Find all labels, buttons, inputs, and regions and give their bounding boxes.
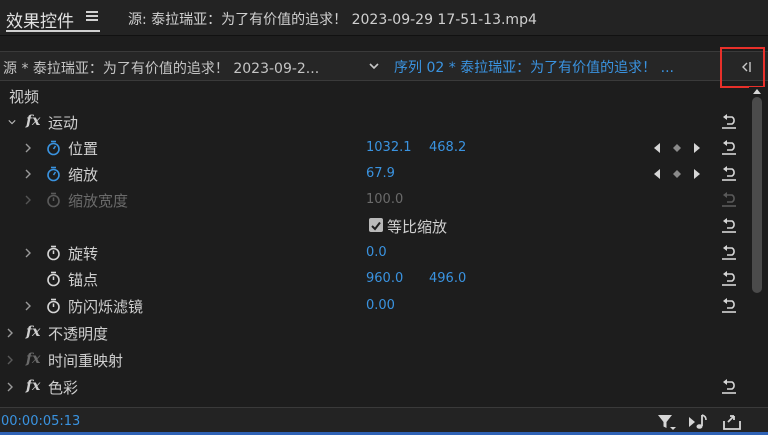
- motion-label: 运动: [48, 114, 79, 132]
- position-row: 位置 1032.1 468.2: [0, 135, 748, 161]
- color-label: 色彩: [48, 379, 79, 397]
- source-label[interactable]: 源: 泰拉瑞亚：为了有价值的追求！ 2023-09-29 17-51-13.mp…: [128, 9, 537, 29]
- rotation-label: 旋转: [68, 245, 99, 263]
- stopwatch-icon[interactable]: [46, 166, 61, 182]
- clip-toolbar: 源 * 泰拉瑞亚：为了有价值的追求！ 2023-09-2... 序列 02 * …: [0, 51, 768, 81]
- chevron-right-icon[interactable]: [24, 248, 32, 258]
- anti-flicker-row: 防闪烁滤镜 0.00: [0, 293, 748, 319]
- keyframe-navigator: [654, 169, 700, 179]
- chevron-right-icon[interactable]: [24, 169, 32, 179]
- chevron-right-icon[interactable]: [6, 382, 14, 392]
- panel-menu-icon[interactable]: [86, 8, 100, 22]
- keyframe-next-icon[interactable]: [694, 143, 700, 153]
- chevron-right-icon: [25, 195, 31, 205]
- scale-value[interactable]: 67.9: [366, 166, 395, 181]
- uniform-scale-label[interactable]: 等比缩放: [387, 216, 447, 237]
- chevron-right-icon[interactable]: [24, 143, 32, 153]
- checkmark-icon: [371, 221, 381, 231]
- rotation-value[interactable]: 0.0: [366, 245, 387, 260]
- fx-badge-icon[interactable]: fx: [26, 378, 40, 394]
- active-tab-underline: [6, 30, 100, 32]
- panel-header: 效果控件 源: 泰拉瑞亚：为了有价值的追求！ 2023-09-29 17-51-…: [0, 0, 768, 36]
- timecode-display[interactable]: 00:00:05:13: [1, 414, 80, 429]
- stopwatch-icon[interactable]: [46, 245, 61, 261]
- rotation-row: 旋转 0.0: [0, 240, 748, 266]
- reset-icon[interactable]: [720, 218, 738, 233]
- keyframe-prev-icon[interactable]: [654, 143, 660, 153]
- chevron-right-icon[interactable]: [6, 328, 14, 338]
- anchor-y-value[interactable]: 496.0: [429, 271, 466, 286]
- reset-icon[interactable]: [720, 140, 738, 155]
- panel-footer: 00:00:05:13: [0, 407, 768, 435]
- time-remap-label: 时间重映射: [48, 352, 124, 370]
- vertical-scrollbar[interactable]: [749, 87, 765, 407]
- stopwatch-icon[interactable]: [46, 140, 61, 156]
- fx-badge-icon[interactable]: fx: [26, 324, 40, 340]
- opacity-effect-row[interactable]: fx 不透明度: [0, 320, 748, 346]
- reset-icon[interactable]: [720, 114, 738, 129]
- anchor-row: 锚点 960.0 496.0: [0, 266, 748, 292]
- scale-label: 缩放: [68, 166, 99, 184]
- stopwatch-icon[interactable]: [46, 271, 61, 287]
- chevron-right-icon[interactable]: [24, 301, 32, 311]
- export-icon[interactable]: [722, 413, 742, 431]
- reset-icon[interactable]: [720, 271, 738, 286]
- keyframe-navigator: [654, 143, 700, 153]
- panel-title[interactable]: 效果控件: [6, 7, 74, 32]
- filter-icon[interactable]: [656, 413, 676, 431]
- position-x-value[interactable]: 1032.1: [366, 140, 412, 155]
- dropdown-icon[interactable]: [369, 61, 379, 71]
- scroll-thumb[interactable]: [752, 97, 762, 293]
- position-label: 位置: [68, 140, 99, 158]
- opacity-label: 不透明度: [48, 325, 109, 343]
- reset-icon: [722, 192, 736, 207]
- uniform-scale-row: 等比缩放: [0, 213, 748, 239]
- keyframe-prev-icon[interactable]: [654, 169, 660, 179]
- sequence-clip-selector[interactable]: 序列 02 * 泰拉瑞亚：为了有价值的追求！ ...: [394, 57, 674, 77]
- reset-icon[interactable]: [720, 166, 738, 181]
- scale-width-label: 缩放宽度: [68, 192, 129, 210]
- fx-badge-icon: fx: [26, 351, 41, 367]
- stopwatch-icon[interactable]: [46, 298, 61, 314]
- highlight-box: [720, 47, 765, 88]
- scroll-up-icon[interactable]: [752, 87, 762, 95]
- video-section-header: 视频: [0, 83, 748, 109]
- chevron-down-icon[interactable]: [8, 117, 16, 127]
- anchor-label: 锚点: [68, 271, 99, 289]
- anti-flicker-label: 防闪烁滤镜: [68, 298, 144, 316]
- scale-width-row: 缩放宽度 100.0: [0, 187, 748, 213]
- reset-icon[interactable]: [720, 298, 738, 313]
- video-section-label: 视频: [9, 88, 40, 106]
- keyframe-add-icon[interactable]: [673, 144, 681, 152]
- scale-row: 缩放 67.9: [0, 161, 748, 187]
- play-audio-icon[interactable]: [688, 413, 708, 431]
- reset-icon[interactable]: [720, 379, 738, 394]
- time-remap-effect-row[interactable]: fx 时间重映射: [0, 347, 748, 373]
- keyframe-next-icon[interactable]: [694, 169, 700, 179]
- position-y-value[interactable]: 468.2: [429, 140, 466, 155]
- motion-effect-row[interactable]: fx 运动: [0, 109, 748, 135]
- anchor-x-value[interactable]: 960.0: [366, 271, 403, 286]
- scale-width-value: 100.0: [366, 192, 404, 207]
- keyframe-add-icon[interactable]: [673, 170, 681, 178]
- reset-icon[interactable]: [720, 245, 738, 260]
- anti-flicker-value[interactable]: 0.00: [366, 298, 395, 313]
- chevron-right-icon[interactable]: [6, 355, 14, 365]
- uniform-scale-checkbox[interactable]: [369, 218, 383, 232]
- fx-badge-icon[interactable]: fx: [26, 113, 40, 129]
- color-effect-row[interactable]: fx 色彩: [0, 374, 748, 400]
- stopwatch-icon: [47, 192, 60, 208]
- source-clip-selector[interactable]: 源 * 泰拉瑞亚：为了有价值的追求！ 2023-09-2...: [3, 58, 319, 78]
